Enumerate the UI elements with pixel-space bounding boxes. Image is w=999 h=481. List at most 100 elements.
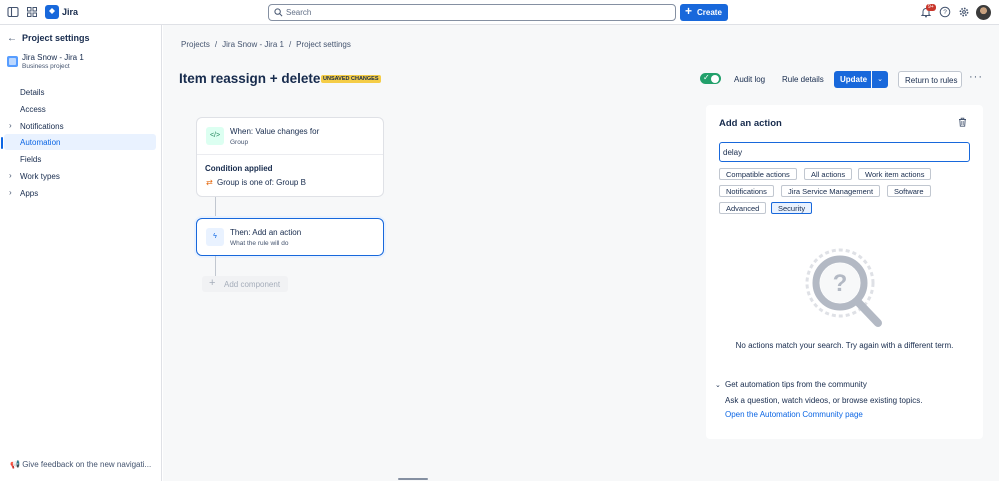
condition-title: Condition applied [205,164,273,173]
app-switcher-icon[interactable] [26,6,38,18]
back-arrow-icon[interactable]: ← [7,33,17,44]
chevron-right-icon[interactable]: › [9,121,12,130]
update-button[interactable]: Update [834,71,871,88]
jira-logo-icon[interactable] [45,5,59,19]
add-action-panel: Add an action delay Compatible actions A… [706,105,983,439]
filter-chip-compatible-actions[interactable]: Compatible actions [719,168,797,180]
sidebar-item-apps[interactable]: › Apps [4,185,156,201]
project-avatar-icon [7,56,18,67]
help-icon[interactable]: ? [939,6,951,18]
notification-badge: 9+ [926,4,936,11]
search-input[interactable]: Search [268,4,676,21]
project-name[interactable]: Jira Snow - Jira 1 [22,53,84,62]
chevron-right-icon[interactable]: › [9,188,12,197]
breadcrumb-separator: / [214,40,218,49]
project-type: Business project [22,63,70,70]
settings-gear-icon[interactable] [958,6,970,18]
sidebar-item-label: Notifications [20,122,64,131]
top-navigation: Jira Search + Create 9+ ? [0,0,999,25]
filter-chip-advanced[interactable]: Advanced [719,202,767,214]
chevron-down-icon[interactable]: ⌄ [715,381,721,389]
sidebar-item-notifications[interactable]: › Notifications [4,118,156,134]
search-icon [274,8,283,17]
sidebar-item-label: Access [20,105,46,114]
app-name[interactable]: Jira [62,7,78,17]
active-indicator [1,137,3,149]
divider [197,154,383,155]
sidebar-item-fields[interactable]: Fields [4,151,156,167]
svg-text:?: ? [943,9,947,16]
connector-line [215,256,216,276]
breadcrumb-separator: / [288,40,292,49]
toggle-knob [711,74,719,83]
feedback-link[interactable]: 📢 Give feedback on the new navigati... [10,460,151,469]
action-card[interactable]: ϟ Then: Add an action What the rule will… [196,218,384,256]
unsaved-changes-badge: UNSAVED CHANGES [321,75,381,83]
rule-enabled-toggle[interactable]: ✓ [700,73,721,84]
trigger-title: When: Value changes for [230,127,320,136]
return-label: Return to rules [905,75,958,85]
trigger-card[interactable]: </> When: Value changes for Group Condit… [196,117,384,197]
connector-line [215,197,216,218]
sidebar-item-details[interactable]: Details [4,84,156,100]
filter-chip-security[interactable]: Security [771,202,813,214]
trigger-subtitle: Group [230,139,249,146]
plus-icon: + [209,277,216,289]
trigger-code-icon: </> [206,127,224,145]
breadcrumb-project[interactable]: Jira Snow - Jira 1 [222,40,284,49]
update-label: Update [840,75,868,84]
sidebar-item-label: Work types [20,172,60,181]
breadcrumb-project-settings[interactable]: Project settings [296,40,351,49]
empty-search-illustration-icon: ? [805,248,882,327]
action-title: Then: Add an action [230,228,302,237]
create-button[interactable]: + Create [680,4,728,21]
action-search-input[interactable]: delay [719,142,970,162]
empty-state-message: No actions match your search. Try again … [735,341,954,350]
check-icon: ✓ [703,73,710,82]
add-component-button[interactable]: + Add component [202,276,288,292]
sidebar-item-label: Automation [20,138,61,147]
sidebar-item-access[interactable]: Access [4,101,156,117]
sidebar-toggle-icon[interactable] [7,6,19,18]
filter-chip-notifications[interactable]: Notifications [719,185,774,197]
sidebar-item-automation[interactable]: Automation [4,134,156,150]
plus-icon: + [685,4,693,18]
more-options-icon[interactable]: ··· [969,71,983,83]
condition-text[interactable]: Group is one of: Group B [217,178,306,187]
breadcrumb-projects[interactable]: Projects [181,40,210,49]
trash-icon[interactable] [958,117,967,127]
community-tips-body: Ask a question, watch videos, or browse … [725,396,923,405]
community-tips-toggle[interactable]: Get automation tips from the community [725,380,867,389]
breadcrumb: Projects / Jira Snow - Jira 1 / Project sett… [181,40,356,49]
main-content: Projects / Jira Snow - Jira 1 / Project sett… [163,25,999,481]
sidebar: ← Project settings Jira Snow - Jira 1 Bu… [0,25,162,481]
sidebar-item-label: Apps [20,189,39,198]
horizontal-scrollbar[interactable] [398,478,428,480]
audit-log-button[interactable]: Audit log [734,75,765,91]
action-search-value: delay [723,148,743,157]
create-label: Create [697,8,722,17]
filter-chip-software[interactable]: Software [887,185,931,197]
sidebar-item-label: Details [20,88,45,97]
lightning-icon: ϟ [206,228,224,246]
sidebar-title: Project settings [22,33,90,43]
feedback-label: Give feedback on the new navigati... [22,460,152,469]
svg-text:?: ? [833,270,848,297]
return-to-rules-button[interactable]: Return to rules [898,71,962,88]
add-component-label: Add component [224,280,281,289]
rule-details-button[interactable]: Rule details [782,75,824,91]
chevron-down-icon[interactable]: ⌄ [872,71,888,88]
filter-chip-jira-service-management[interactable]: Jira Service Management [781,185,881,197]
filter-chip-all-actions[interactable]: All actions [804,168,853,180]
sidebar-item-label: Fields [20,155,42,164]
filter-chip-work-item-actions[interactable]: Work item actions [858,168,932,180]
branch-icon: ⇄ [206,178,213,187]
chevron-right-icon[interactable]: › [9,171,12,180]
user-avatar[interactable] [976,5,991,20]
community-page-link[interactable]: Open the Automation Community page [725,410,863,419]
sidebar-item-work-types[interactable]: › Work types [4,168,156,184]
rule-title[interactable]: Item reassign + delete [179,71,320,86]
action-subtitle: What the rule will do [230,240,289,247]
megaphone-icon: 📢 [10,460,20,469]
search-placeholder: Search [286,8,312,17]
